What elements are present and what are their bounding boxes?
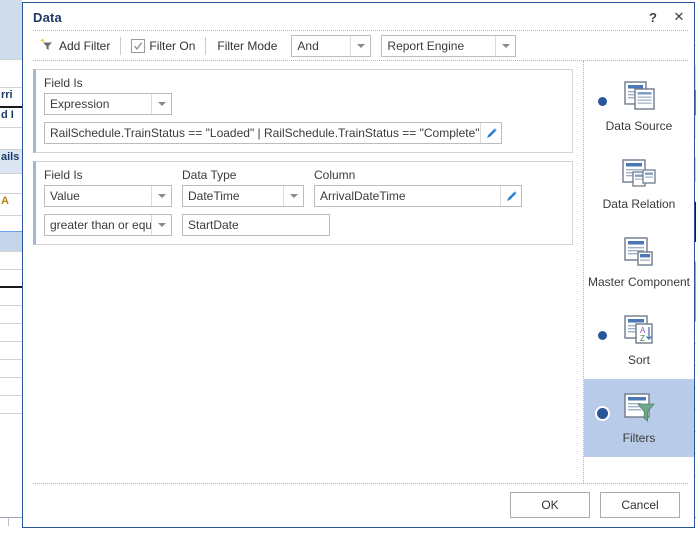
titlebar-buttons: ? ✕ [642,7,690,27]
toolbar-divider [120,37,122,55]
field-is-select[interactable]: Value [44,185,172,207]
field-is-value: Value [50,189,80,203]
nav-item-label: Filters [622,431,656,445]
column-group: Column ArrivalDateTime [314,168,522,207]
category-nav-pane: Data Source Data Relation Master Compone… [584,61,694,483]
bg-text-fragment: d I [0,108,22,128]
nav-item-master-component[interactable]: Master Component [584,223,694,301]
field-is-value: Expression [50,97,110,111]
data-type-value: DateTime [188,189,240,203]
condition-value: greater than or equ [50,218,151,232]
value-filter-fields: Field Is Value Data Type DateTime Column… [44,168,564,207]
chevron-down-icon [283,186,303,206]
master-component-icon [619,235,659,271]
close-icon: ✕ [673,9,685,24]
field-is-label: Field Is [44,76,83,90]
filter-toolbar: Add Filter Filter On Filter Mode And Rep… [23,31,694,61]
chevron-down-icon [350,36,370,56]
pencil-icon [506,190,517,201]
condition-row: greater than or equ StartDate [44,214,564,236]
field-is-group: Field Is Expression [44,76,172,115]
filters-funnel-icon [619,391,659,427]
column-value: ArrivalDateTime [320,189,406,203]
data-source-icon [619,79,659,115]
column-input[interactable]: ArrivalDateTime [314,185,522,207]
radio-indicator [598,97,607,106]
filter-on-label: Filter On [149,39,196,53]
toolbar-divider [205,37,207,55]
ok-label: OK [541,498,559,512]
expression-input[interactable]: RailSchedule.TrainStatus == "Loaded" | R… [44,122,502,144]
nav-item-label: Data Source [605,119,673,133]
sort-az-icon: A Z [619,313,659,349]
field-is-select[interactable]: Expression [44,93,172,115]
bg-text-fragment: A [0,194,22,216]
data-type-group: Data Type DateTime [182,168,304,207]
chevron-down-icon [151,215,171,235]
filter-on-checkbox[interactable]: Filter On [124,35,202,57]
expression-row: RailSchedule.TrainStatus == "Loaded" | R… [44,122,564,144]
expression-value: RailSchedule.TrainStatus == "Loaded" | R… [50,126,480,140]
funnel-add-icon [40,37,55,55]
help-icon: ? [649,9,657,25]
ok-button[interactable]: OK [510,492,590,518]
footer-divider [33,483,688,484]
compare-value-input[interactable]: StartDate [182,214,330,236]
filter-engine-value: Report Engine [387,39,465,53]
column-label: Column [314,168,356,182]
bg-text-fragment: rri [0,88,22,108]
filter-group-value: Field Is Value Data Type DateTime Column… [33,161,573,245]
chevron-down-icon [151,186,171,206]
checkmark-icon [134,42,143,51]
filter-mode-value: And [297,39,319,53]
radio-indicator [597,408,608,419]
filter-group-expression: Field Is Expression RailSchedule.TrainSt… [33,69,573,153]
dialog-footer: OK Cancel [23,483,694,527]
dialog-titlebar: Data ? ✕ [23,3,694,31]
chevron-down-icon [495,36,515,56]
filter-engine-select[interactable]: Report Engine [381,35,517,57]
pencil-icon [486,127,497,138]
filters-list-pane: Field Is Expression RailSchedule.TrainSt… [23,61,584,483]
cancel-button[interactable]: Cancel [600,492,680,518]
nav-item-data-source[interactable]: Data Source [584,67,694,145]
nav-item-filters[interactable]: Filters [584,379,694,457]
nav-item-sort[interactable]: A Z Sort [584,301,694,379]
filter-mode-select[interactable]: And [291,35,372,57]
compare-value: StartDate [188,218,239,232]
column-edit-button[interactable] [500,186,521,206]
nav-item-label: Data Relation [602,197,676,211]
filter-mode-label: Filter Mode [217,39,278,53]
field-is-group: Field Is Value [44,168,172,207]
cancel-label: Cancel [621,498,659,512]
help-button[interactable]: ? [642,7,664,27]
radio-indicator [598,331,607,340]
data-dialog: Data ? ✕ Add Filter Filter On Filter Mod… [22,2,695,528]
nav-item-data-relation[interactable]: Data Relation [584,145,694,223]
close-button[interactable]: ✕ [668,7,690,27]
add-filter-button[interactable]: Add Filter [33,35,117,57]
add-filter-label: Add Filter [59,39,111,53]
dialog-body: Field Is Expression RailSchedule.TrainSt… [23,61,694,483]
field-is-label: Field Is [44,168,83,182]
data-type-label: Data Type [182,168,237,182]
chevron-down-icon [151,94,171,114]
data-type-select[interactable]: DateTime [182,185,304,207]
nav-item-label: Master Component [587,275,691,289]
expression-edit-button[interactable] [480,123,501,143]
nav-item-label: Sort [627,353,650,367]
dialog-title: Data [33,9,62,25]
background-spreadsheet-left: rri d I ails A [0,0,22,534]
checkbox-box [131,39,146,53]
bg-text-fragment: ails [0,150,22,174]
svg-text:Z: Z [640,334,645,343]
data-relation-icon [619,157,659,193]
condition-select[interactable]: greater than or equ [44,214,172,236]
